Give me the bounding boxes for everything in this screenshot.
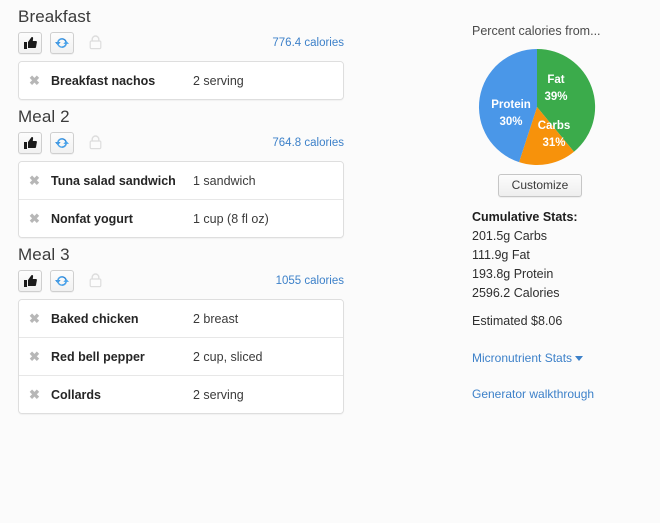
cumulative-stats-title: Cumulative Stats: xyxy=(472,210,578,224)
food-amount: 1 sandwich xyxy=(193,173,256,188)
refresh-icon[interactable] xyxy=(50,32,75,54)
stat-carbs: 201.5g Carbs xyxy=(472,229,548,243)
food-name: Red bell pepper xyxy=(51,349,145,364)
food-card: ✖ Tuna salad sandwich 1 sandwich ✖ Nonfa… xyxy=(18,161,344,238)
pie-label-fat-pct: 39% xyxy=(544,91,567,103)
food-amount: 2 serving xyxy=(193,387,244,402)
remove-food-icon[interactable]: ✖ xyxy=(29,212,51,225)
micronutrient-stats-link[interactable]: Micronutrient Stats xyxy=(472,351,660,365)
remove-food-icon[interactable]: ✖ xyxy=(29,312,51,325)
meal-toolbar: 1055 calories xyxy=(18,270,360,294)
food-amount: 2 breast xyxy=(193,311,239,326)
food-name: Breakfast nachos xyxy=(51,73,156,88)
meals-column: Breakfast 776.4 calories ✖ Breakfast nac… xyxy=(0,0,360,414)
pie-label-fat-name: Fat xyxy=(547,74,564,86)
food-name: Collards xyxy=(51,387,102,402)
meal-calories-link[interactable]: 764.8 calories xyxy=(272,137,344,149)
food-row[interactable]: ✖ Tuna salad sandwich 1 sandwich xyxy=(19,162,343,199)
pie-chart-header: Percent calories from... xyxy=(472,24,601,38)
stat-fat: 111.9g Fat xyxy=(472,248,530,262)
food-row[interactable]: ✖ Nonfat yogurt 1 cup (8 fl oz) xyxy=(19,199,343,237)
customize-button-wrap: Customize xyxy=(470,174,610,197)
food-row[interactable]: ✖ Breakfast nachos 2 serving xyxy=(19,62,343,99)
meal-block-meal-2: Meal 2 764.8 calories ✖ Tuna salad sandw… xyxy=(0,100,360,238)
micronutrient-stats-label: Micronutrient Stats xyxy=(472,351,573,365)
stat-calories: 2596.2 Calories xyxy=(472,286,560,300)
refresh-icon[interactable] xyxy=(50,270,75,292)
meal-block-meal-3: Meal 3 1055 calories ✖ Baked chicken 2 b… xyxy=(0,238,360,414)
thumbs-up-icon[interactable] xyxy=(18,132,42,154)
stat-protein: 193.8g Protein xyxy=(472,267,554,281)
remove-food-icon[interactable]: ✖ xyxy=(29,174,51,187)
lock-icon xyxy=(85,270,107,292)
food-amount: 2 cup, sliced xyxy=(193,349,263,364)
stats-column: Percent calories from... Fat 39% Carbs 3… xyxy=(470,0,660,401)
lock-icon xyxy=(85,132,107,154)
meal-title: Breakfast xyxy=(18,7,91,26)
food-row[interactable]: ✖ Baked chicken 2 breast xyxy=(19,300,343,337)
meal-title: Meal 3 xyxy=(18,245,70,264)
thumbs-up-icon[interactable] xyxy=(18,270,42,292)
meal-title: Meal 2 xyxy=(18,107,70,126)
food-card: ✖ Breakfast nachos 2 serving xyxy=(18,61,344,100)
remove-food-icon[interactable]: ✖ xyxy=(29,388,51,401)
food-name: Nonfat yogurt xyxy=(51,211,133,226)
customize-button[interactable]: Customize xyxy=(497,174,583,197)
remove-food-icon[interactable]: ✖ xyxy=(29,74,51,87)
meal-calories-link[interactable]: 776.4 calories xyxy=(272,37,344,49)
pie-svg: Fat 39% Carbs 31% Protein 30% xyxy=(478,48,596,166)
refresh-icon[interactable] xyxy=(50,132,75,154)
chevron-down-icon xyxy=(575,356,584,362)
pie-label-carbs-pct: 31% xyxy=(542,137,565,149)
pie-label-carbs-name: Carbs xyxy=(538,120,571,132)
meal-toolbar: 764.8 calories xyxy=(18,132,360,156)
meal-block-breakfast: Breakfast 776.4 calories ✖ Breakfast nac… xyxy=(0,0,360,100)
meal-generator-page: Breakfast 776.4 calories ✖ Breakfast nac… xyxy=(0,0,660,523)
food-name: Baked chicken xyxy=(51,311,139,326)
food-amount: 1 cup (8 fl oz) xyxy=(193,211,269,226)
thumbs-up-icon[interactable] xyxy=(18,32,42,54)
food-row[interactable]: ✖ Red bell pepper 2 cup, sliced xyxy=(19,337,343,375)
generator-walkthrough-link[interactable]: Generator walkthrough xyxy=(472,387,660,401)
estimated-cost: Estimated $8.06 xyxy=(472,314,563,328)
food-amount: 2 serving xyxy=(193,73,244,88)
food-row[interactable]: ✖ Collards 2 serving xyxy=(19,375,343,413)
pie-label-protein-name: Protein xyxy=(491,99,531,111)
remove-food-icon[interactable]: ✖ xyxy=(29,350,51,363)
pie-label-protein-pct: 30% xyxy=(499,116,522,128)
macros-pie-chart: Fat 39% Carbs 31% Protein 30% xyxy=(469,46,609,168)
meal-calories-link[interactable]: 1055 calories xyxy=(276,275,344,287)
food-name: Tuna salad sandwich xyxy=(51,173,176,188)
food-card: ✖ Baked chicken 2 breast ✖ Red bell pepp… xyxy=(18,299,344,414)
meal-toolbar: 776.4 calories xyxy=(18,32,360,56)
lock-icon xyxy=(85,32,107,54)
